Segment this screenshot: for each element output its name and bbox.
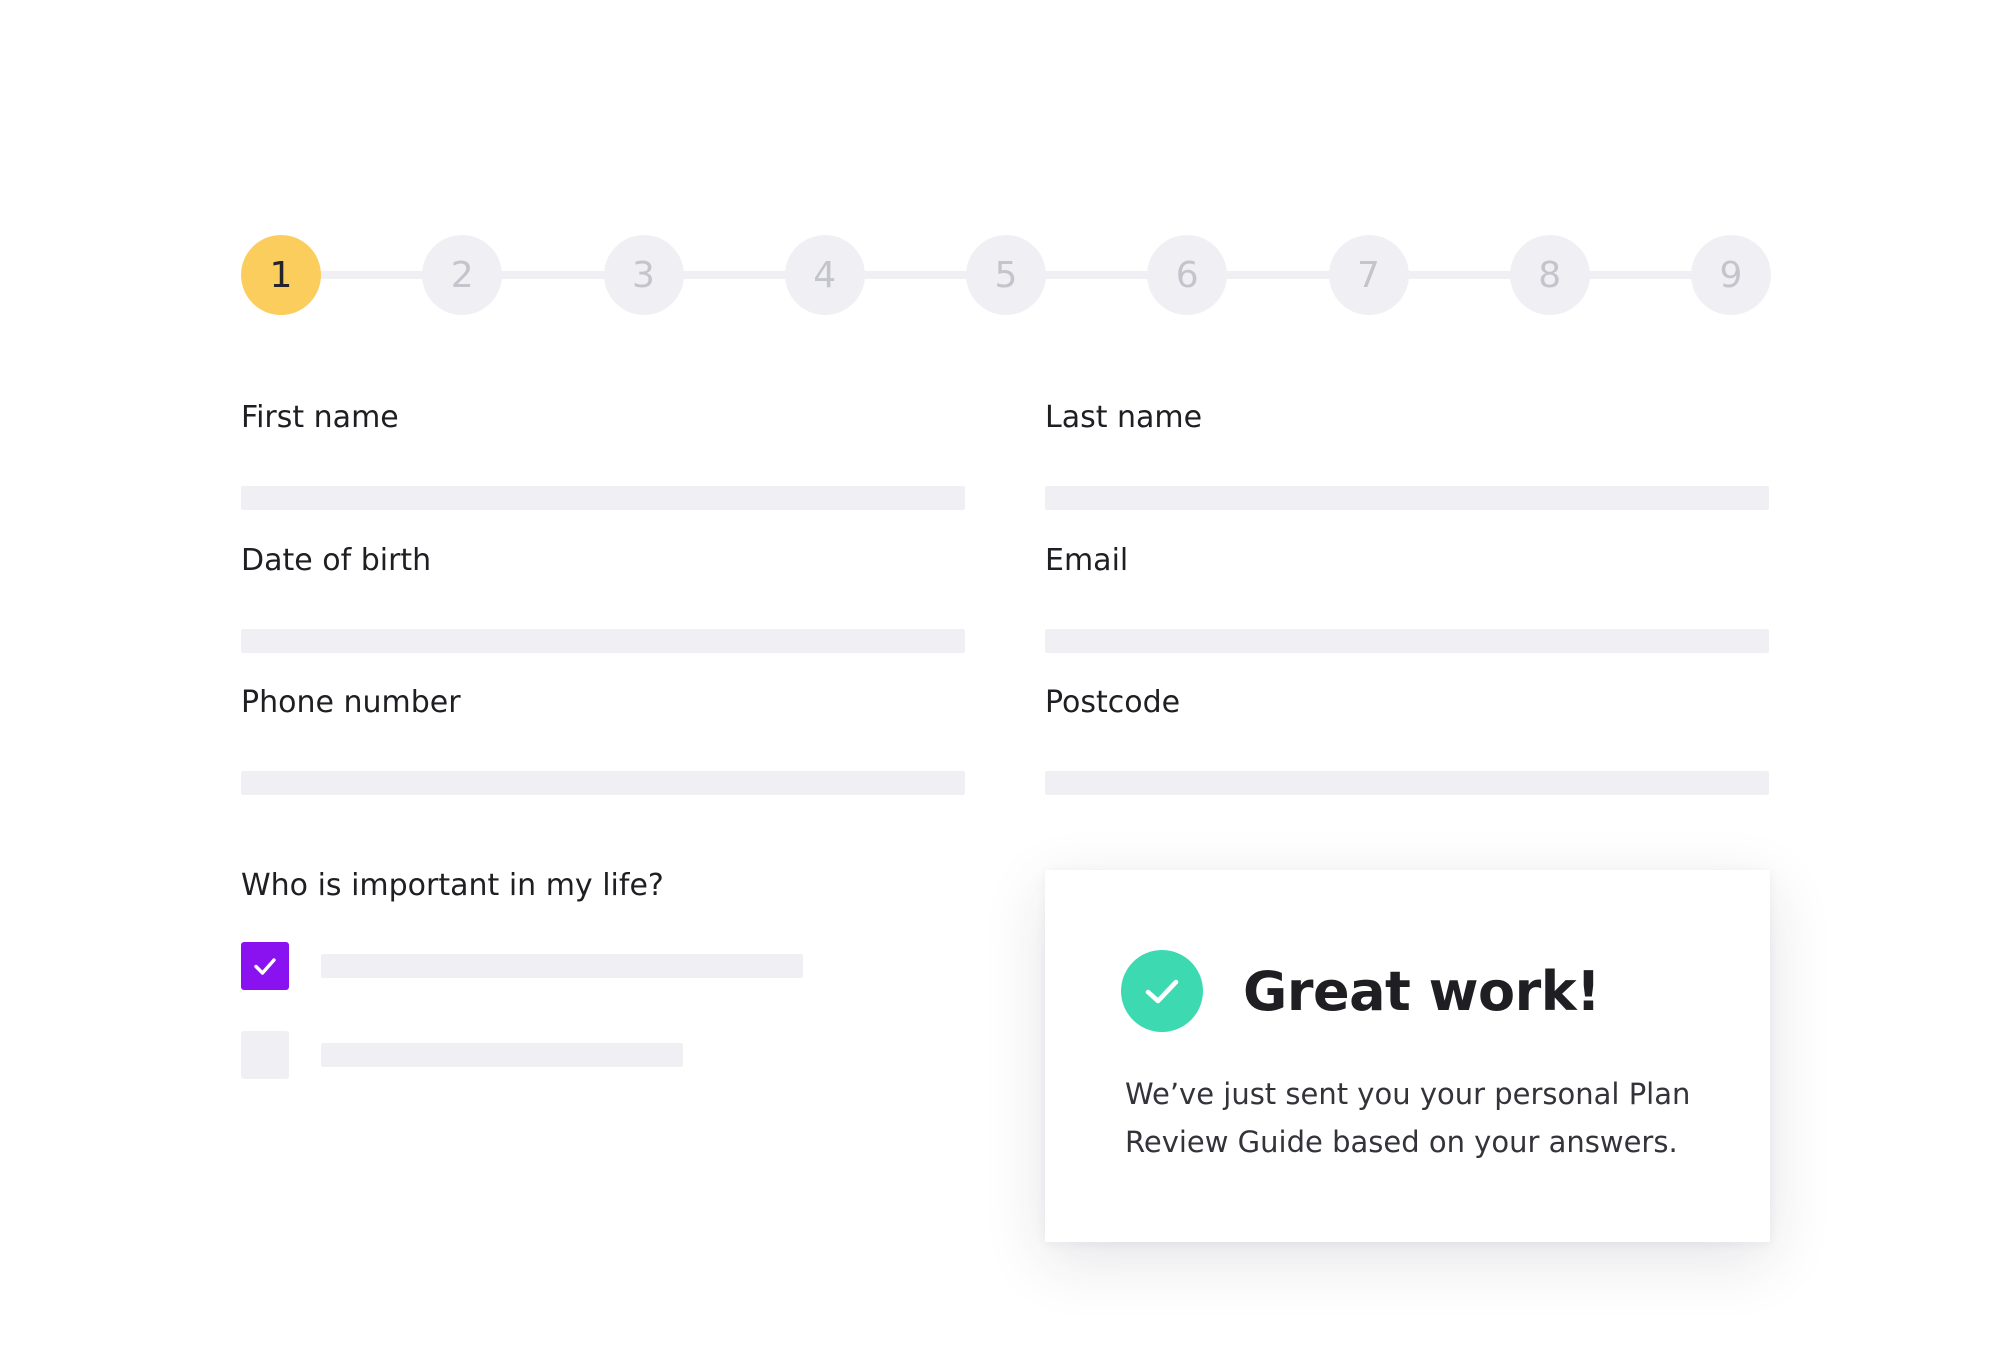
step-7[interactable]: 7 — [1328, 235, 1409, 315]
step-9[interactable]: 9 — [1691, 235, 1771, 315]
last-name-label: Last name — [1045, 400, 1203, 435]
step-3[interactable]: 3 — [603, 235, 684, 315]
question-label: Who is important in my life? — [241, 868, 664, 903]
step-1[interactable]: 1 — [241, 235, 321, 315]
check-circle-icon — [1121, 950, 1203, 1032]
step-2[interactable]: 2 — [422, 235, 503, 315]
phone-number-label: Phone number — [241, 685, 461, 720]
stepper-steps: 1 2 3 4 5 6 7 8 9 — [241, 235, 1771, 315]
last-name-field: Last name — [1045, 400, 1769, 510]
option-2-label-placeholder — [321, 1043, 683, 1067]
step-4[interactable]: 4 — [784, 235, 865, 315]
first-name-label: First name — [241, 400, 399, 435]
phone-number-input[interactable] — [241, 771, 965, 795]
date-of-birth-field: Date of birth — [241, 543, 965, 653]
checkmark-icon — [254, 958, 276, 975]
postcode-field: Postcode — [1045, 685, 1769, 795]
option-1[interactable] — [241, 942, 803, 990]
step-5[interactable]: 5 — [966, 235, 1046, 315]
success-card-header: Great work! — [1121, 950, 1601, 1032]
option-1-label-placeholder — [321, 954, 803, 978]
phone-number-field: Phone number — [241, 685, 965, 795]
progress-stepper: 1 2 3 4 5 6 7 8 9 — [241, 235, 1771, 315]
email-input[interactable] — [1045, 629, 1769, 653]
date-of-birth-label: Date of birth — [241, 543, 432, 578]
checkmark-icon — [1145, 979, 1179, 1004]
success-title: Great work! — [1243, 959, 1601, 1023]
first-name-field: First name — [241, 400, 965, 510]
email-field: Email — [1045, 543, 1769, 653]
option-2[interactable] — [241, 1031, 683, 1079]
success-message: We’ve just sent you your personal Plan R… — [1125, 1077, 1691, 1159]
date-of-birth-input[interactable] — [241, 629, 965, 653]
email-label: Email — [1045, 543, 1129, 578]
checkbox-unchecked[interactable] — [241, 1031, 289, 1079]
checkbox-checked[interactable] — [241, 942, 289, 990]
postcode-input[interactable] — [1045, 771, 1769, 795]
step-8[interactable]: 8 — [1509, 235, 1590, 315]
postcode-label: Postcode — [1045, 685, 1181, 720]
first-name-input[interactable] — [241, 486, 965, 510]
success-card: Great work! We’ve just sent you your per… — [1045, 870, 1770, 1242]
step-6[interactable]: 6 — [1147, 235, 1228, 315]
last-name-input[interactable] — [1045, 486, 1769, 510]
